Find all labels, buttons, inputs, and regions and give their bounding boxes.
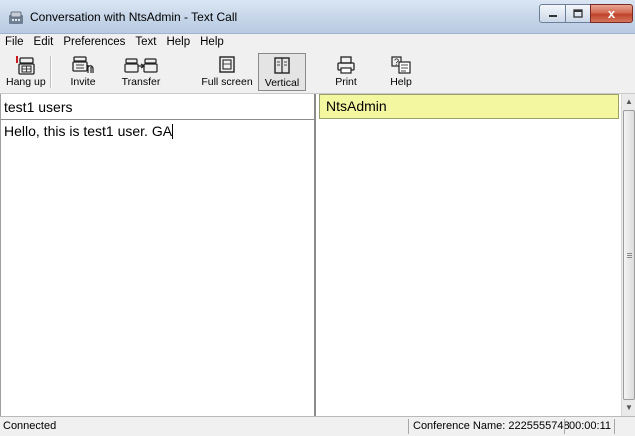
menu-text[interactable]: Text xyxy=(130,34,161,50)
conference-name: Conference Name: 2225555748 xyxy=(408,419,570,434)
size-grip xyxy=(614,419,635,434)
scroll-grip xyxy=(627,253,632,254)
fullscreen-label: Full screen xyxy=(201,76,253,88)
minimize-button[interactable] xyxy=(539,4,566,23)
invite-label: Invite xyxy=(70,76,96,88)
help-label: Help xyxy=(390,76,412,88)
local-text-input[interactable]: Hello, this is test1 user. GA xyxy=(1,120,314,139)
scroll-down-button[interactable]: ▼ xyxy=(622,400,635,415)
title-bar: Conversation with NtsAdmin - Text Call x xyxy=(0,0,635,34)
transfer-label: Transfer xyxy=(121,76,161,88)
help-button[interactable]: ? Help xyxy=(384,53,418,91)
maximize-button[interactable] xyxy=(565,4,591,23)
close-button[interactable]: x xyxy=(590,4,633,23)
scroll-up-button[interactable]: ▲ xyxy=(622,94,635,109)
help-icon: ? xyxy=(391,56,411,74)
remote-pane: NtsAdmin xyxy=(319,94,619,416)
vertical-button[interactable]: Vertical xyxy=(258,53,306,91)
local-pane-header: test1 users xyxy=(1,94,314,120)
vertical-split-icon xyxy=(274,57,290,74)
menu-edit[interactable]: Edit xyxy=(29,34,59,50)
vertical-scrollbar[interactable]: ▲ ▼ xyxy=(621,94,635,416)
invite-button[interactable]: Invite xyxy=(60,53,106,91)
remote-pane-header: NtsAdmin xyxy=(319,94,619,119)
invite-icon xyxy=(72,56,94,73)
vertical-label: Vertical xyxy=(264,77,300,89)
menu-help-2[interactable]: Help xyxy=(195,34,229,50)
menu-file[interactable]: File xyxy=(0,34,29,50)
status-bar: Connected Conference Name: 2225555748 00… xyxy=(0,416,635,436)
svg-text:?: ? xyxy=(394,57,399,67)
menu-help[interactable]: Help xyxy=(161,34,195,50)
minimize-icon xyxy=(548,14,557,17)
connection-status: Connected xyxy=(3,420,57,432)
maximize-icon xyxy=(573,9,583,18)
scroll-grip xyxy=(627,255,632,256)
text-caret xyxy=(172,124,174,139)
menu-preferences[interactable]: Preferences xyxy=(58,34,130,50)
call-timer: 00:00:11 xyxy=(564,419,612,434)
toolbar: Hang up Invite Transfer Full screen Vert… xyxy=(0,50,635,94)
scroll-thumb[interactable] xyxy=(623,110,635,400)
transfer-icon xyxy=(124,58,158,73)
app-icon xyxy=(9,11,23,24)
close-icon: x xyxy=(607,6,616,21)
fullscreen-button[interactable]: Full screen xyxy=(200,53,254,91)
hangup-label: Hang up xyxy=(6,76,46,88)
print-icon xyxy=(337,56,355,74)
menu-bar: File Edit Preferences Text Help Help xyxy=(0,34,635,50)
fullscreen-icon xyxy=(219,56,235,73)
hangup-button[interactable]: Hang up xyxy=(6,53,46,91)
local-text: Hello, this is test1 user. GA xyxy=(4,123,173,139)
transfer-button[interactable]: Transfer xyxy=(116,53,166,91)
window-title: Conversation with NtsAdmin - Text Call xyxy=(30,10,238,24)
scroll-grip xyxy=(627,257,632,258)
toolbar-separator xyxy=(50,56,52,88)
local-pane: test1 users Hello, this is test1 user. G… xyxy=(1,94,316,416)
conversation-area: test1 users Hello, this is test1 user. G… xyxy=(0,94,635,416)
phone-hangup-icon xyxy=(16,56,35,75)
print-button[interactable]: Print xyxy=(326,53,366,91)
print-label: Print xyxy=(335,76,357,88)
